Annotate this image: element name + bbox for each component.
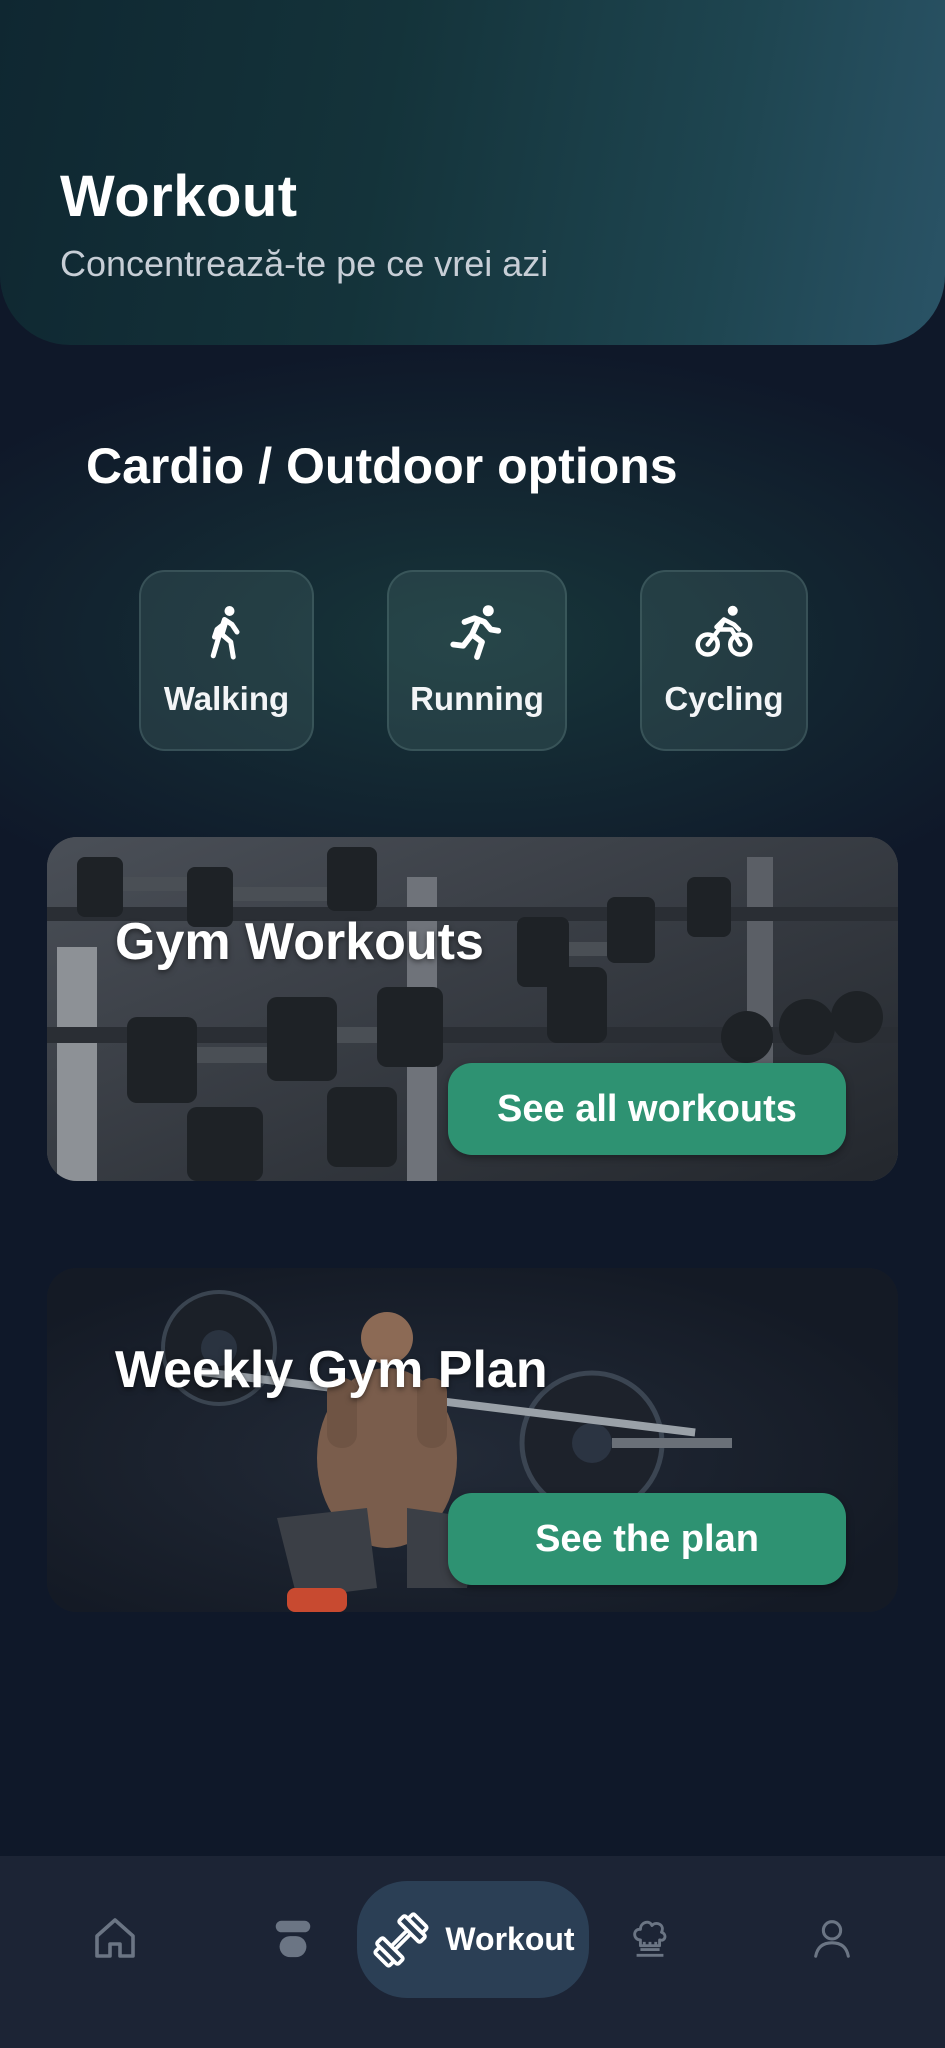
workout-screen: Workout Concentrează-te pe ce vrei azi C… bbox=[0, 0, 945, 2048]
see-all-workouts-button[interactable]: See all workouts bbox=[448, 1063, 846, 1155]
cardio-option-walking[interactable]: Walking bbox=[139, 570, 314, 751]
cardio-section-title: Cardio / Outdoor options bbox=[86, 438, 678, 494]
gym-workouts-card[interactable]: Gym Workouts See all workouts bbox=[47, 837, 898, 1181]
gym-workouts-title: Gym Workouts bbox=[115, 913, 484, 971]
cardio-option-running[interactable]: Running bbox=[387, 570, 567, 751]
nav-workout-label: Workout bbox=[445, 1921, 575, 1957]
nav-recipes[interactable] bbox=[620, 1908, 680, 1968]
nav-nutrition[interactable] bbox=[263, 1908, 323, 1968]
nav-profile[interactable] bbox=[802, 1908, 862, 1968]
chef-icon bbox=[633, 1920, 667, 1957]
profile-icon bbox=[814, 1920, 850, 1958]
walking-icon bbox=[210, 606, 239, 660]
nav-workout[interactable]: Workout bbox=[357, 1881, 589, 1998]
home-icon bbox=[95, 1918, 135, 1958]
dumbbell-icon bbox=[373, 1911, 429, 1968]
header: Workout Concentrează-te pe ce vrei azi bbox=[0, 0, 945, 345]
page-title: Workout bbox=[60, 164, 298, 229]
see-the-plan-button[interactable]: See the plan bbox=[448, 1493, 846, 1585]
cardio-option-cycling[interactable]: Cycling bbox=[640, 570, 808, 751]
weekly-gym-plan-title: Weekly Gym Plan bbox=[115, 1341, 548, 1399]
weekly-gym-plan-card[interactable]: Weekly Gym Plan See the plan bbox=[47, 1268, 898, 1612]
page-subtitle: Concentrează-te pe ce vrei azi bbox=[60, 243, 549, 284]
cardio-option-label: Running bbox=[410, 680, 544, 717]
cardio-option-label: Walking bbox=[163, 680, 290, 717]
cardio-option-label: Cycling bbox=[664, 680, 784, 717]
running-icon bbox=[450, 605, 502, 660]
cycling-icon bbox=[695, 605, 753, 657]
nav-home[interactable] bbox=[85, 1908, 145, 1968]
nutrition-icon bbox=[275, 1920, 311, 1958]
